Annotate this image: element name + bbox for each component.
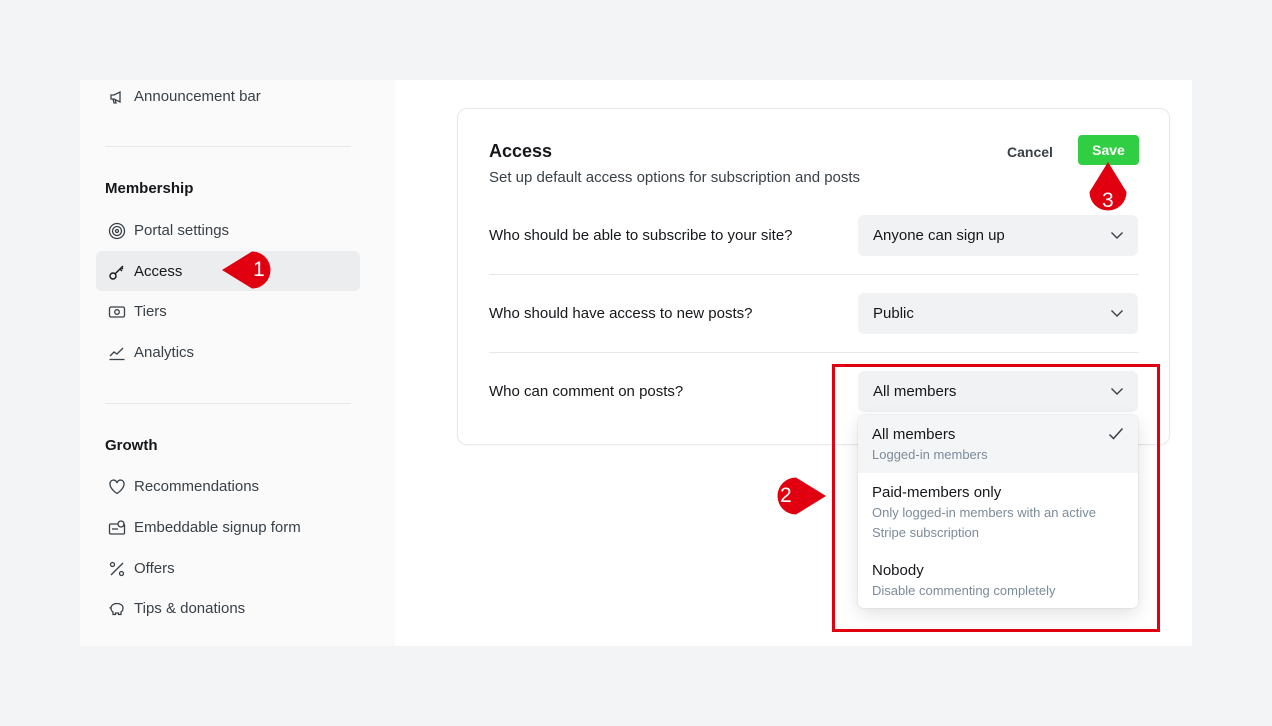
heart-icon bbox=[108, 478, 126, 496]
select-value: Anyone can sign up bbox=[873, 227, 1005, 244]
section-title-growth: Growth bbox=[105, 437, 158, 454]
step-marker-2: 2 bbox=[762, 476, 826, 516]
marker-shape-icon bbox=[777, 477, 826, 515]
divider bbox=[105, 403, 351, 404]
sidebar-item-announcement-bar[interactable]: Announcement bar bbox=[96, 80, 360, 116]
sidebar-item-offers[interactable]: Offers bbox=[96, 548, 360, 588]
sidebar-item-tiers[interactable]: Tiers bbox=[96, 291, 360, 331]
sidebar-item-label: Analytics bbox=[134, 343, 195, 361]
sidebar-item-label: Tiers bbox=[134, 302, 167, 320]
card-subtitle: Set up default access options for subscr… bbox=[489, 169, 861, 186]
row-divider bbox=[489, 352, 1139, 353]
sidebar-item-label: Offers bbox=[134, 559, 175, 577]
step-marker-1: 1 bbox=[222, 250, 286, 290]
sidebar-item-tips-donations[interactable]: Tips & donations bbox=[96, 588, 360, 628]
megaphone-icon bbox=[108, 88, 126, 106]
row-divider bbox=[489, 274, 1139, 275]
sidebar-item-analytics[interactable]: Analytics bbox=[96, 332, 360, 372]
divider bbox=[105, 146, 351, 147]
key-icon bbox=[108, 263, 126, 281]
sidebar-item-label: Access bbox=[134, 262, 183, 280]
section-title-membership: Membership bbox=[105, 180, 194, 197]
sidebar-item-recommendations[interactable]: Recommendations bbox=[96, 466, 360, 506]
highlight-box bbox=[832, 364, 1160, 632]
analytics-icon bbox=[108, 344, 126, 362]
chevron-down-icon bbox=[1111, 232, 1123, 239]
signup-form-icon bbox=[108, 519, 126, 537]
tiers-icon bbox=[108, 303, 126, 321]
sidebar-item-label: Tips & donations bbox=[134, 599, 246, 617]
percent-icon bbox=[108, 560, 126, 578]
save-button[interactable]: Save bbox=[1078, 135, 1139, 165]
chevron-down-icon bbox=[1111, 310, 1123, 317]
subscribe-access-label: Who should be able to subscribe to your … bbox=[489, 227, 793, 244]
select-value: Public bbox=[873, 305, 914, 322]
step-number: 1 bbox=[253, 258, 265, 281]
step-number: 2 bbox=[780, 484, 792, 507]
cancel-button[interactable]: Cancel bbox=[995, 137, 1065, 167]
sidebar-item-label: Embeddable signup form bbox=[134, 518, 301, 536]
sidebar-item-label: Announcement bar bbox=[134, 87, 261, 105]
step-marker-3: 3 bbox=[1088, 162, 1128, 226]
piggy-bank-icon bbox=[108, 600, 126, 618]
sidebar: Announcement bar Membership Portal setti… bbox=[80, 80, 395, 646]
sidebar-item-label: Portal settings bbox=[134, 221, 230, 239]
sidebar-item-label: Recommendations bbox=[134, 477, 260, 495]
comment-access-label: Who can comment on posts? bbox=[489, 383, 684, 400]
sidebar-item-portal-settings[interactable]: Portal settings bbox=[96, 210, 360, 250]
portal-icon bbox=[108, 222, 126, 240]
step-number: 3 bbox=[1102, 189, 1114, 212]
sidebar-item-embeddable-signup-form[interactable]: Embeddable signup form bbox=[96, 507, 360, 547]
post-access-select[interactable]: Public bbox=[858, 293, 1138, 334]
card-title: Access bbox=[489, 141, 553, 161]
post-access-label: Who should have access to new posts? bbox=[489, 305, 753, 322]
